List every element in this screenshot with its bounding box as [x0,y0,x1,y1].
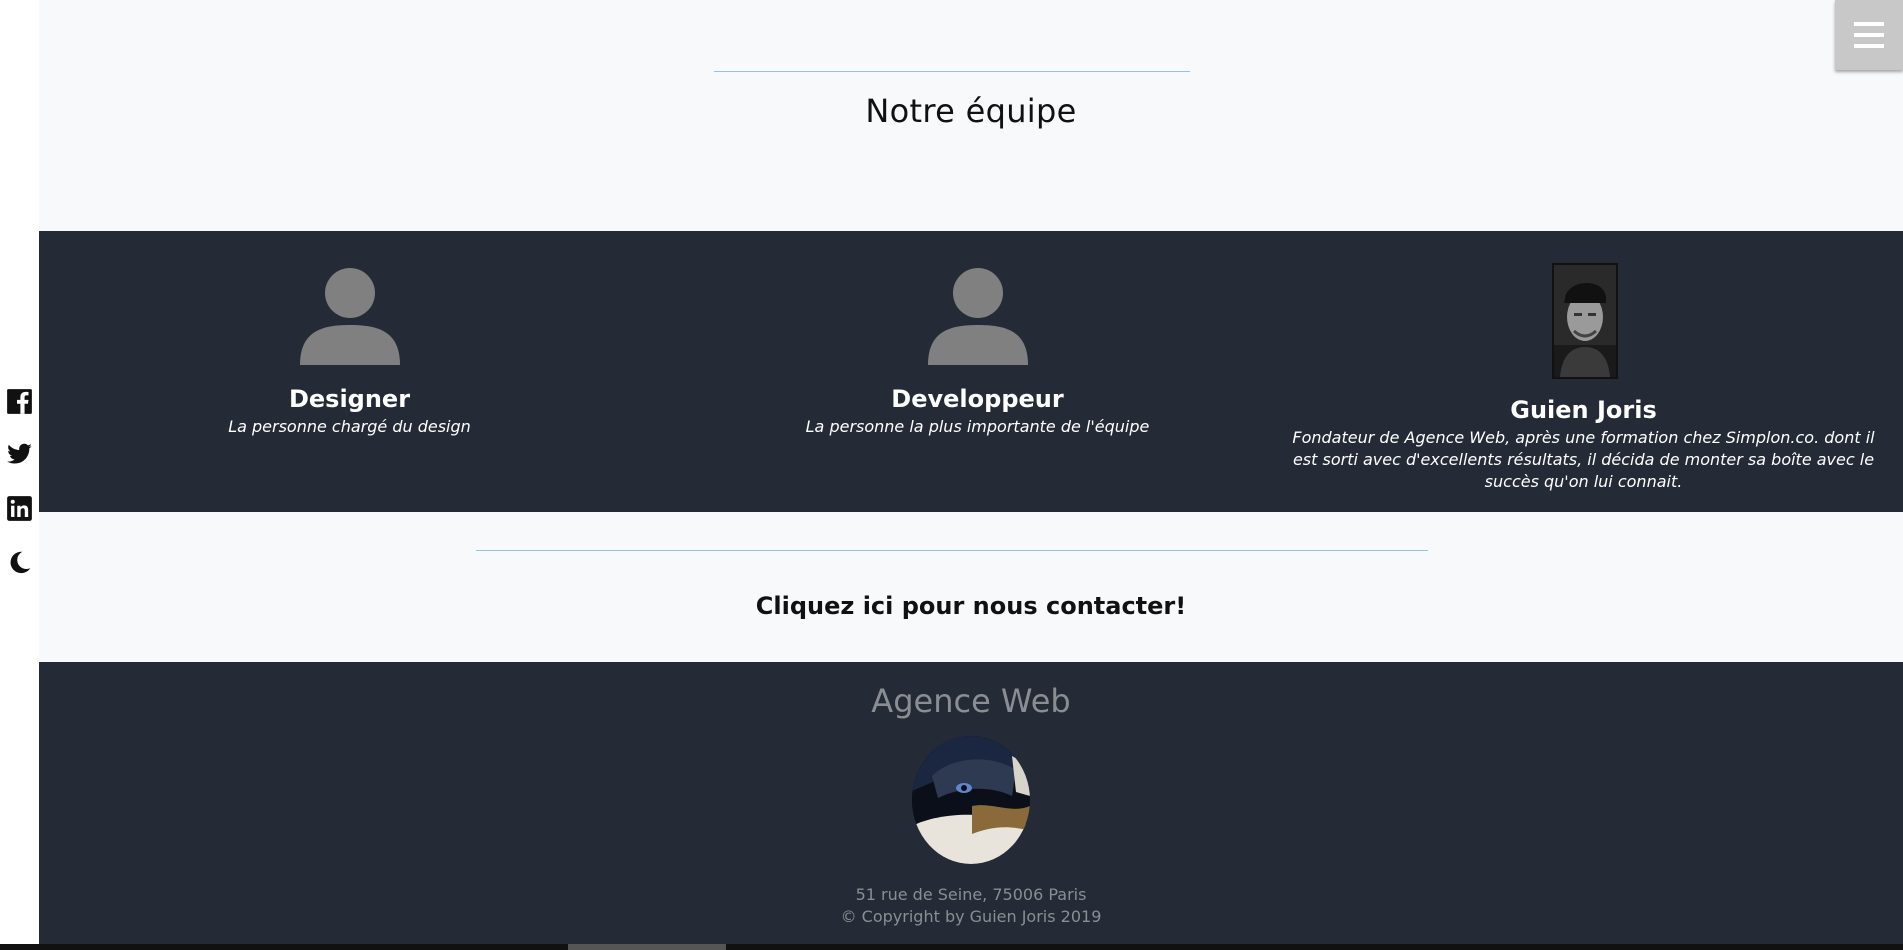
hamburger-icon [1854,22,1884,26]
brand-logo [912,736,1030,864]
team-members-band: Designer La personne chargé du design De… [39,231,1903,512]
profile-photo [1551,263,1618,379]
scrollbar-thumb[interactable] [568,944,726,950]
page-main: Notre équipe Designer La personne chargé… [39,0,1903,950]
user-silhouette-icon [299,268,400,365]
member-description: La personne chargé du design [228,417,471,436]
footer-address: 51 rue de Seine, 75006 Paris [855,885,1087,904]
contact-link[interactable]: Cliquez ici pour nous contacter! [39,592,1903,620]
contact-section: Cliquez ici pour nous contacter! [39,512,1903,662]
member-name: Designer [288,385,411,413]
moon-icon[interactable] [6,549,33,576]
facebook-icon[interactable] [6,388,33,415]
member-name: Guien Joris [1510,396,1657,424]
team-title: Notre équipe [865,92,1077,130]
hamburger-icon [1854,44,1884,48]
contact-rule [476,550,1428,551]
user-silhouette-icon [927,268,1028,365]
member-name: Developpeur [891,385,1064,413]
team-heading-section: Notre équipe [39,0,1903,231]
member-description: Fondateur de Agence Web, après une forma… [1292,428,1875,491]
hamburger-icon [1854,33,1884,37]
linkedin-icon[interactable] [6,495,33,522]
social-sidebar [0,0,39,950]
member-description: La personne la plus importante de l'équi… [805,417,1150,436]
heading-rule [714,71,1190,72]
menu-button[interactable] [1835,0,1903,70]
twitter-icon[interactable] [6,441,33,468]
footer: Agence Web 51 rue de Seine, 75006 Paris … [39,662,1903,950]
footer-copyright: © Copyright by Guien Joris 2019 [840,907,1102,926]
footer-brand: Agence Web [871,682,1071,720]
horizontal-scrollbar[interactable] [0,944,1903,950]
